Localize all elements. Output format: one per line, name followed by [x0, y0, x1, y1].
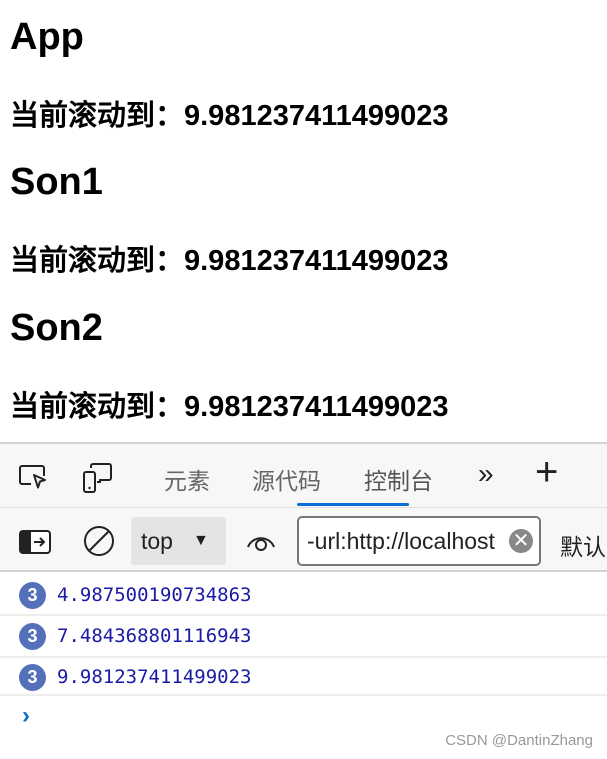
context-value: top — [141, 527, 173, 554]
console-value: 7.484368801116943 — [57, 625, 252, 647]
repeat-count-badge: 3 — [19, 664, 46, 691]
log-levels-dropdown[interactable]: 默认 — [560, 528, 606, 562]
active-tab-indicator — [297, 503, 409, 506]
devtools-tabbar: 元素 源代码 控制台 » + — [0, 444, 607, 508]
console-message: 3 7.484368801116943 — [0, 616, 607, 658]
sidebar-toggle-icon[interactable] — [18, 529, 52, 555]
console-value: 4.987500190734863 — [57, 584, 252, 606]
console-value: 9.981237411499023 — [57, 666, 252, 688]
live-expression-eye-icon[interactable] — [244, 528, 278, 554]
scroll-text-app: 当前滚动到：9.981237411499023 — [10, 100, 449, 132]
console-message: 3 9.981237411499023 — [0, 658, 607, 696]
console-filter-input[interactable]: ✕ — [297, 516, 541, 566]
context-select[interactable]: top ▼ — [131, 517, 226, 565]
filter-text[interactable] — [307, 528, 507, 555]
repeat-count-badge: 3 — [19, 582, 46, 609]
repeat-count-badge: 3 — [19, 623, 46, 650]
scroll-text-son2: 当前滚动到：9.981237411499023 — [10, 391, 449, 423]
watermark: CSDN @DantinZhang — [445, 732, 593, 749]
dropdown-arrow-icon: ▼ — [193, 532, 209, 549]
section-title-son1: Son1 — [10, 161, 103, 203]
tab-console[interactable]: 控制台 — [364, 462, 433, 496]
tab-elements[interactable]: 元素 — [164, 462, 210, 496]
clear-console-icon[interactable] — [82, 524, 116, 558]
console-toolbar: top ▼ ✕ 默认 — [0, 508, 607, 572]
device-emulation-icon[interactable] — [80, 462, 116, 494]
console-prompt[interactable]: › — [22, 702, 30, 730]
tab-sources[interactable]: 源代码 — [252, 462, 321, 496]
console-message: 3 4.987500190734863 — [0, 574, 607, 616]
section-title-app: App — [10, 16, 84, 58]
devtools-panel: 元素 源代码 控制台 » + top ▼ ✕ 默认 3 4.9875001907… — [0, 442, 607, 759]
more-tabs-button[interactable]: » — [478, 458, 494, 490]
scroll-text-son1: 当前滚动到：9.981237411499023 — [10, 245, 449, 277]
clear-filter-icon[interactable]: ✕ — [509, 529, 533, 553]
inspect-element-icon[interactable] — [16, 462, 52, 492]
section-title-son2: Son2 — [10, 307, 103, 349]
add-tab-button[interactable]: + — [535, 450, 558, 495]
